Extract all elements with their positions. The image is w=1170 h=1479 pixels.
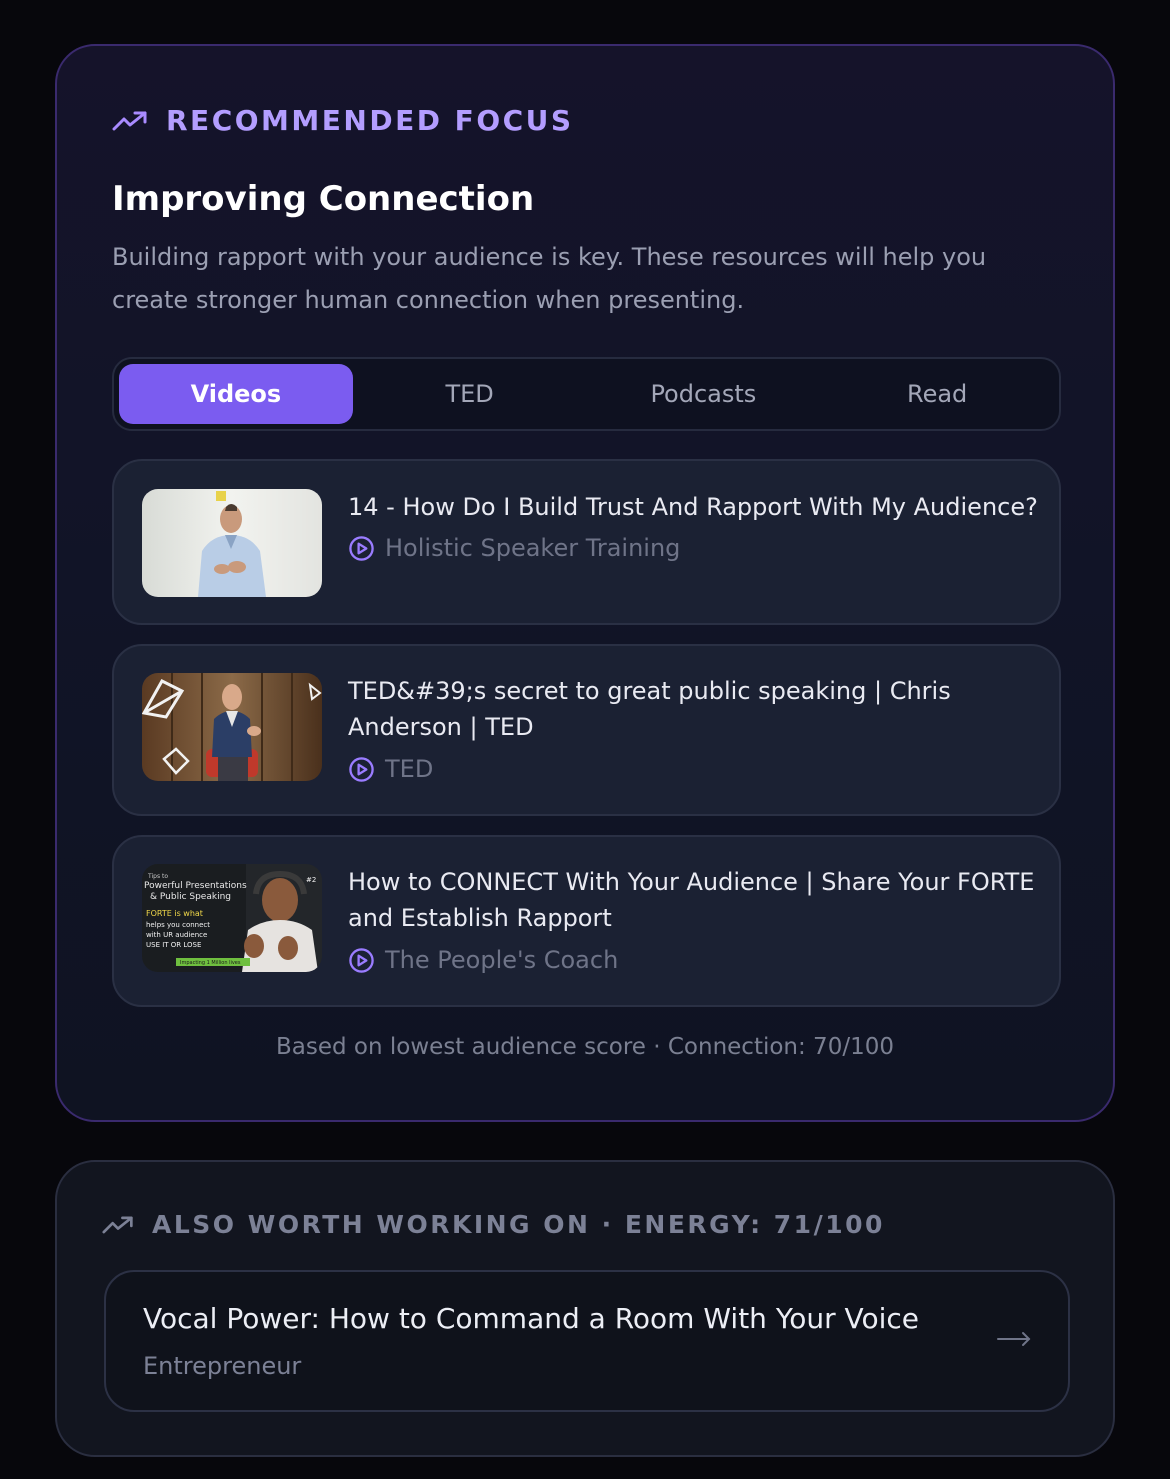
video-title: 14 - How Do I Build Trust And Rapport Wi… xyxy=(348,493,1038,521)
recommended-focus-card: RECOMMENDED FOCUS Improving Connection B… xyxy=(55,44,1115,1122)
recommended-focus-label: RECOMMENDED FOCUS xyxy=(166,104,574,137)
thumb-text-line6: with UR audience xyxy=(146,931,207,939)
also-worth-header: ALSO WORTH WORKING ON · ENERGY: 71/100 xyxy=(102,1210,885,1239)
recommended-focus-header: RECOMMENDED FOCUS xyxy=(112,104,574,137)
also-worth-label: ALSO WORTH WORKING ON · ENERGY: 71/100 xyxy=(152,1210,885,1239)
tab-podcasts[interactable]: Podcasts xyxy=(587,364,821,424)
thumb-badge: #2 xyxy=(306,876,316,884)
tab-videos[interactable]: Videos xyxy=(119,364,353,424)
video-item-3[interactable]: Tips to Powerful Presentations & Public … xyxy=(112,835,1061,1007)
video-thumbnail: Tips to Powerful Presentations & Public … xyxy=(142,864,322,972)
thumb-text-line7: USE IT OR LOSE xyxy=(146,941,201,949)
video-title: How to CONNECT With Your Audience | Shar… xyxy=(348,868,1035,932)
focus-footnote: Based on lowest audience score · Connect… xyxy=(276,1034,894,1060)
tab-ted[interactable]: TED xyxy=(353,364,587,424)
thumb-text-line4: FORTE is what xyxy=(146,909,203,918)
video-source: TED xyxy=(348,755,433,783)
also-worth-item[interactable]: Vocal Power: How to Command a Room With … xyxy=(104,1270,1070,1412)
play-circle-icon xyxy=(349,947,374,973)
also-worth-source: Entrepreneur xyxy=(143,1352,302,1380)
video-title: TED&#39;s secret to great public speakin… xyxy=(348,677,951,741)
video-source-label: Holistic Speaker Training xyxy=(385,534,681,562)
video-source: Holistic Speaker Training xyxy=(348,534,680,562)
video-thumbnail xyxy=(142,489,322,597)
trending-up-icon xyxy=(112,111,147,130)
arrow-right-icon xyxy=(997,1332,1031,1346)
trending-up-icon xyxy=(102,1216,133,1233)
thumb-banner: Impacting 1 Million lives xyxy=(180,960,241,966)
also-worth-card: ALSO WORTH WORKING ON · ENERGY: 71/100 V… xyxy=(55,1160,1115,1457)
also-worth-title: Vocal Power: How to Command a Room With … xyxy=(143,1302,920,1335)
play-circle-icon xyxy=(349,756,374,782)
thumb-text-line2: Powerful Presentations xyxy=(144,881,247,891)
video-source-label: The People's Coach xyxy=(385,946,619,974)
thumb-text-line5: helps you connect xyxy=(146,921,210,929)
focus-title: Improving Connection xyxy=(112,179,535,219)
thumb-text-line1: Tips to xyxy=(147,873,168,880)
video-item-2[interactable]: TED&#39;s secret to great public speakin… xyxy=(112,644,1061,816)
video-thumbnail xyxy=(142,673,322,781)
tab-read[interactable]: Read xyxy=(820,364,1054,424)
video-source: The People's Coach xyxy=(348,946,618,974)
focus-description: Building rapport with your audience is k… xyxy=(112,243,987,314)
thumb-text-line3: & Public Speaking xyxy=(150,892,231,902)
video-source-label: TED xyxy=(385,755,434,783)
video-item-1[interactable]: 14 - How Do I Build Trust And Rapport Wi… xyxy=(112,459,1061,625)
resource-tabs: Videos TED Podcasts Read xyxy=(112,357,1061,431)
play-circle-icon xyxy=(349,535,374,561)
